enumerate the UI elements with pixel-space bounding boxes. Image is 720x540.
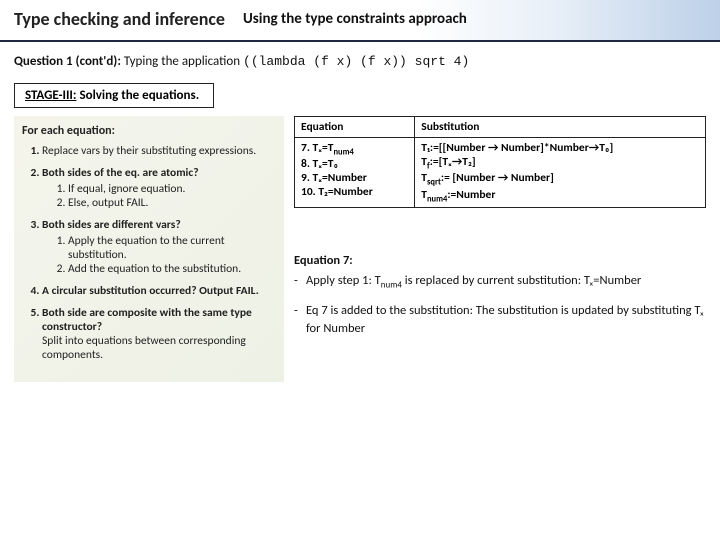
- dash-icon: -: [294, 272, 306, 292]
- algo-step-5: Both side are composite with the same ty…: [42, 306, 276, 362]
- equation-table: Equation Substitution 7. Tₓ=Tnum4 8. Tₓ=…: [294, 116, 706, 208]
- eq7: 7. Tₓ=T: [301, 141, 333, 155]
- algorithm-panel: For each equation: Replace vars by their…: [14, 116, 284, 382]
- right-column: Equation Substitution 7. Tₓ=Tnum4 8. Tₓ=…: [294, 116, 706, 382]
- th-equation: Equation: [295, 117, 415, 138]
- algo-step-5-note: Split into equations between correspondi…: [42, 334, 246, 362]
- title-sub: Using the type constraints approach: [243, 10, 467, 28]
- l1b: is replaced by current substitution: Tₓ=…: [402, 273, 641, 288]
- stage-label-u: STAGE-III:: [25, 88, 77, 103]
- explanation: Equation 7: - Apply step 1: Tnum4 is rep…: [294, 252, 706, 338]
- dash-icon: -: [294, 302, 306, 338]
- sub3s: sqrt: [427, 178, 441, 188]
- stage-box: STAGE-III: Solving the equations.: [14, 83, 214, 108]
- algo-step-2-text: Both sides of the eq. are atomic?: [42, 166, 199, 180]
- explain-line-1: - Apply step 1: Tnum4 is replaced by cur…: [294, 272, 706, 292]
- sub3b: := [Number → Number]: [441, 171, 554, 185]
- algo-step-3-text: Both sides are different vars?: [42, 218, 181, 232]
- table-header-row: Equation Substitution: [295, 117, 706, 138]
- cell-equations: 7. Tₓ=Tnum4 8. Tₓ=T₀ 9. Tₓ=Number 10. T₂…: [295, 138, 415, 208]
- algo-heading: For each equation:: [22, 124, 276, 138]
- algo-step-5-text: Both side are composite with the same ty…: [42, 306, 252, 334]
- algo-step-2: Both sides of the eq. are atomic? If equ…: [42, 166, 276, 210]
- question-label: Question 1 (cont'd):: [14, 54, 121, 69]
- algo-step-3: Both sides are different vars? Apply the…: [42, 218, 276, 276]
- explain-line-2-text: Eq 7 is added to the substitution: The s…: [306, 302, 706, 338]
- l1s: num4: [381, 280, 402, 291]
- algo-step-2b: Else, output FAIL.: [68, 196, 276, 210]
- l1a: Apply step 1: T: [306, 273, 381, 288]
- algo-step-3b: Add the equation to the substitution.: [68, 262, 276, 276]
- sub4s: num4: [427, 194, 447, 204]
- eq7-sub: num4: [333, 147, 353, 157]
- question-line: Question 1 (cont'd): Typing the applicat…: [0, 42, 720, 79]
- title-main: Type checking and inference: [14, 8, 225, 30]
- algo-step-4: A circular substitution occurred? Output…: [42, 284, 276, 298]
- explain-line-2: - Eq 7 is added to the substitution: The…: [294, 302, 706, 338]
- stage-label-rest: Solving the equations.: [77, 88, 200, 103]
- algo-step-4-text: A circular substitution occurred? Output…: [42, 284, 259, 298]
- body-row: For each equation: Replace vars by their…: [0, 108, 720, 382]
- sub4b: :=Number: [447, 188, 495, 202]
- algo-step-1: Replace vars by their substituting expre…: [42, 144, 276, 158]
- eq8: 8. Tₓ=T₀: [301, 157, 338, 171]
- th-substitution: Substitution: [415, 117, 706, 138]
- algo-step-2a: If equal, ignore equation.: [68, 182, 276, 196]
- sub2b: :=[Tₓ→T₂]: [430, 155, 476, 169]
- explain-line-1-text: Apply step 1: Tnum4 is replaced by curre…: [306, 272, 641, 292]
- eq9: 9. Tₓ=Number: [301, 171, 367, 185]
- algo-step-3a: Apply the equation to the current substi…: [68, 234, 276, 262]
- title-bar: Type checking and inference Using the ty…: [0, 0, 720, 42]
- explain-heading: Equation 7:: [294, 252, 706, 270]
- eq10: 10. T₂=Number: [301, 185, 373, 199]
- question-prefix: Typing the application: [121, 54, 243, 69]
- algo-step-1-text: Replace vars by their substituting expre…: [42, 144, 256, 158]
- cell-substitutions: T₁:=[[Number → Number]*Number→T₀] Tf:=[T…: [415, 138, 706, 208]
- sub1: T₁:=[[Number → Number]*Number→T₀]: [421, 141, 613, 155]
- question-code: ((lambda (f x) (f x)) sqrt 4): [243, 54, 469, 69]
- table-row: 7. Tₓ=Tnum4 8. Tₓ=T₀ 9. Tₓ=Number 10. T₂…: [295, 138, 706, 208]
